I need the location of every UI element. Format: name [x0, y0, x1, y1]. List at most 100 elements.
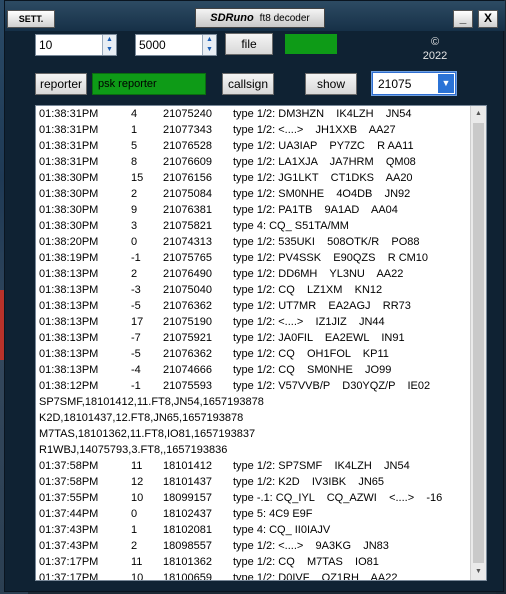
log-snr: 12	[131, 476, 144, 488]
log-message: type 1/2: SP7SMF IK4LZH JN54	[233, 460, 410, 472]
log-snr: 15	[131, 172, 144, 184]
file-button[interactable]: file	[225, 33, 273, 55]
log-frequency: 21076156	[163, 172, 212, 184]
log-frequency: 21076381	[163, 204, 212, 216]
log-frequency: 21075084	[163, 188, 212, 200]
log-time: 01:38:30PM	[39, 204, 99, 216]
vertical-scrollbar[interactable]: ▲ ▼	[470, 106, 486, 580]
log-frequency: 21075921	[163, 332, 212, 344]
log-message: type 5: 4C9 E9F	[233, 508, 313, 520]
chevron-down-icon[interactable]: ▼	[203, 45, 216, 55]
log-message: type 1/2: CQ LZ1XM KN12	[233, 284, 383, 296]
log-message: type 1/2: UT7MR EA2AGJ RR73	[233, 300, 411, 312]
log-time: 01:38:20PM	[39, 236, 99, 248]
log-time: 01:37:17PM	[39, 572, 99, 581]
log-time: 01:38:13PM	[39, 284, 99, 296]
log-frequency: 21075765	[163, 252, 212, 264]
log-frequency: 18101362	[163, 556, 212, 568]
log-frequency: 21075821	[163, 220, 212, 232]
log-time: 01:38:31PM	[39, 108, 99, 120]
bandwidth-value: 5000	[139, 38, 166, 52]
log-snr: 2	[131, 188, 138, 200]
log-message: type 1/2: D0IVF OZ1RH AA22	[233, 572, 398, 581]
log-message: type 1/2: K2D IV3IBK JN65	[233, 476, 385, 488]
log-snr: -4	[131, 364, 141, 376]
spot-row[interactable]: R1WBJ,14075793,3.FT8,,1657193836	[39, 444, 227, 460]
log-message: type 1/2: DD6MH YL3NU AA22	[233, 268, 404, 280]
log-time: 01:37:58PM	[39, 476, 99, 488]
log-frequency: 21075593	[163, 380, 212, 392]
log-time: 01:38:12PM	[39, 380, 99, 392]
bandwidth-spin-arrows[interactable]: ▲ ▼	[202, 35, 216, 55]
log-message: type 4: CQ_ S51TA/MM	[233, 220, 349, 232]
minimize-button[interactable]: _	[453, 10, 473, 28]
chevron-up-icon[interactable]: ▲	[203, 35, 216, 45]
frequency-select[interactable]: 21075 ▼	[371, 71, 457, 96]
log-snr: 2	[131, 540, 138, 552]
log-message: type 1/2: V57VVB/P D30YQZ/P IE02	[233, 380, 431, 392]
interval-value: 10	[39, 38, 53, 52]
log-frequency: 21076609	[163, 156, 212, 168]
log-snr: 10	[131, 492, 144, 504]
app-subtitle: ft8 decoder	[259, 13, 310, 24]
log-snr: -3	[131, 284, 141, 296]
spot-row[interactable]: M7TAS,18101362,11.FT8,IO81,1657193837	[39, 428, 255, 444]
copyright-symbol: ©	[430, 36, 440, 48]
log-snr: 0	[131, 508, 138, 520]
log-message: type 1/2: SM0NHE 4O4DB JN92	[233, 188, 411, 200]
log-snr: -1	[131, 380, 141, 392]
copyright-notice: © 2022	[415, 35, 455, 63]
log-time: 01:38:13PM	[39, 268, 99, 280]
log-message: type 1/2: PV4SSK E90QZS R CM10	[233, 252, 429, 264]
log-frequency: 21076490	[163, 268, 212, 280]
log-snr: 0	[131, 236, 138, 248]
title-bar: SETT. SDRuno ft8 decoder _ X	[5, 1, 505, 31]
log-frequency: 18100659	[163, 572, 212, 581]
scrollbar-thumb[interactable]	[473, 123, 484, 563]
show-button[interactable]: show	[305, 73, 357, 95]
log-message: type 1/2: PA1TB 9A1AD AA04	[233, 204, 398, 216]
interval-spinbox[interactable]: 10 ▲ ▼	[35, 34, 117, 56]
log-frequency: 21075240	[163, 108, 212, 120]
log-message: type 1/2: JG1LKT CT1DKS AA20	[233, 172, 413, 184]
log-message: type 1/2: JA0FIL EA2EWL IN91	[233, 332, 405, 344]
scroll-down-icon[interactable]: ▼	[471, 564, 486, 580]
spot-row[interactable]: SP7SMF,18101412,11.FT8,JN54,1657193878	[39, 396, 264, 412]
log-message: type 1/2: UA3IAP PY7ZC R AA11	[233, 140, 414, 152]
bandwidth-spinbox[interactable]: 5000 ▲ ▼	[135, 34, 217, 56]
settings-button[interactable]: SETT.	[7, 10, 55, 28]
log-message: type 4: CQ_ II0IAJV	[233, 524, 331, 536]
chevron-up-icon[interactable]: ▲	[103, 35, 116, 45]
interval-spin-arrows[interactable]: ▲ ▼	[102, 35, 116, 55]
log-snr: 8	[131, 156, 138, 168]
log-frequency: 21074666	[163, 364, 212, 376]
log-time: 01:37:55PM	[39, 492, 99, 504]
chevron-down-icon[interactable]: ▼	[438, 74, 454, 93]
log-frequency: 21076528	[163, 140, 212, 152]
log-frequency: 21075040	[163, 284, 212, 296]
scroll-up-icon[interactable]: ▲	[471, 106, 486, 122]
log-message: type 1/2: <....> IZ1JIZ JN44	[233, 316, 385, 328]
log-time: 01:38:13PM	[39, 300, 99, 312]
log-time: 01:38:31PM	[39, 156, 99, 168]
log-snr: -1	[131, 252, 141, 264]
decode-log-list[interactable]: 01:38:31PM 4 21075240 type 1/2: DM3HZN IK4L…	[35, 105, 487, 581]
close-button[interactable]: X	[478, 10, 498, 28]
log-time: 01:37:43PM	[39, 524, 99, 536]
app-brand: SDRuno	[210, 12, 254, 24]
callsign-button[interactable]: callsign	[222, 73, 274, 95]
log-message: type 1/2: CQ OH1FOL KP11	[233, 348, 389, 360]
log-frequency: 18101412	[163, 460, 212, 472]
log-snr: 10	[131, 572, 144, 581]
log-time: 01:38:31PM	[39, 124, 99, 136]
reporter-button[interactable]: reporter	[35, 73, 87, 95]
status-indicator	[285, 34, 337, 54]
log-time: 01:38:19PM	[39, 252, 99, 264]
spot-row[interactable]: K2D,18101437,12.FT8,JN65,1657193878	[39, 412, 243, 428]
log-snr: 11	[131, 460, 143, 472]
log-frequency: 21076362	[163, 300, 212, 312]
log-frequency: 18102437	[163, 508, 212, 520]
chevron-down-icon[interactable]: ▼	[103, 45, 116, 55]
log-time: 01:37:58PM	[39, 460, 99, 472]
copyright-year: 2022	[422, 50, 448, 62]
